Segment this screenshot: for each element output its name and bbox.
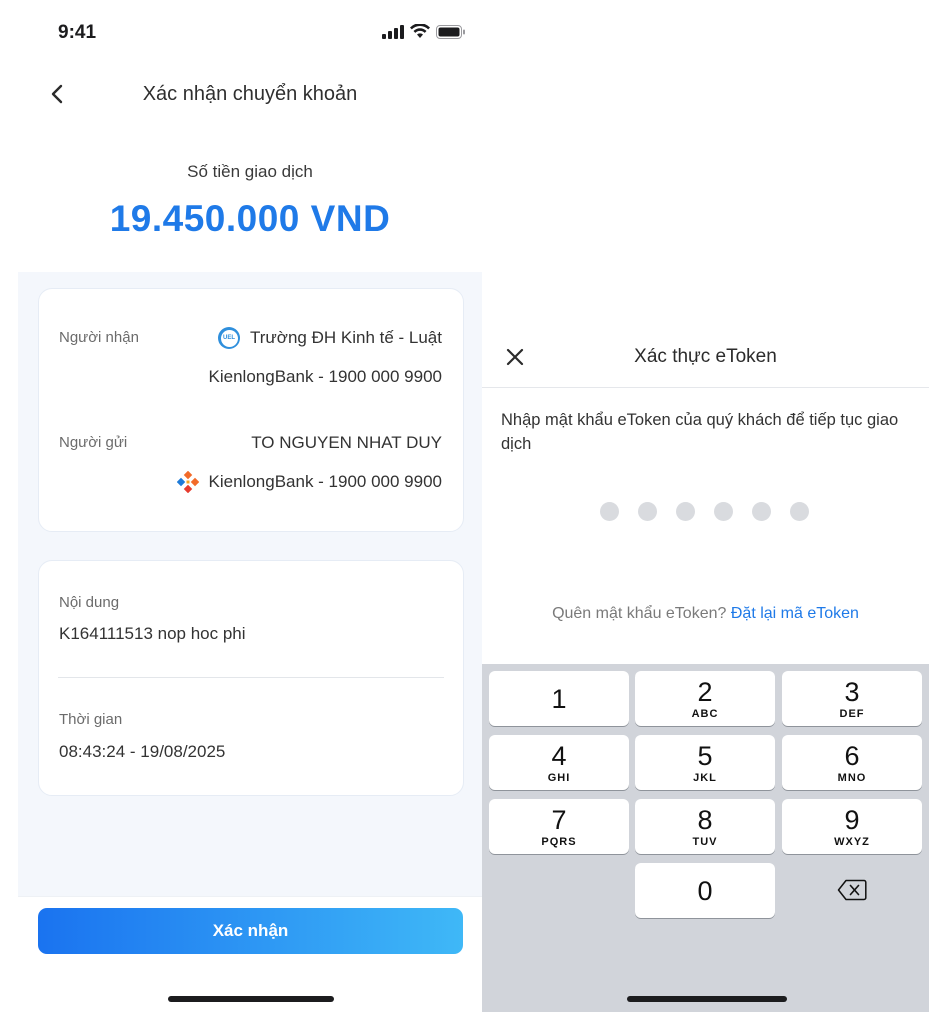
key-4[interactable]: 4 GHI [489, 735, 629, 790]
key-8[interactable]: 8 TUV [635, 799, 775, 854]
confirm-button[interactable]: Xác nhận [38, 908, 463, 954]
key-number: 4 [551, 740, 567, 771]
sender-name: TO NGUYEN NHAT DUY [251, 433, 442, 452]
kienlong-logo-icon [176, 471, 199, 493]
status-time: 9:41 [58, 22, 97, 43]
key-letters: TUV [692, 835, 718, 848]
key-number: 6 [844, 740, 860, 771]
content-value: K164111513 nop hoc phi [59, 624, 246, 643]
transaction-info-card: Nội dung K164111513 nop hoc phi Thời gia… [38, 560, 464, 796]
recipient-name-row: UEL Trường ĐH Kinh tế - Luật [218, 327, 442, 349]
pin-dot [752, 502, 771, 521]
pin-dot [676, 502, 695, 521]
sender-bank: KienlongBank - 1900 000 9900 [208, 472, 442, 491]
uel-logo-icon: UEL [218, 327, 241, 349]
key-9[interactable]: 9 WXYZ [782, 799, 922, 854]
key-letters: ABC [691, 707, 719, 720]
key-2[interactable]: 2 ABC [635, 671, 775, 726]
key-number: 2 [697, 676, 713, 707]
signal-icon [382, 24, 404, 39]
key-0[interactable]: 0 [635, 863, 775, 918]
transfer-confirm-screen: 9:41 Xác nhận chuyển khoản Số tiền giao … [18, 0, 482, 1013]
pin-dot [600, 502, 619, 521]
forgot-password-row: Quên mật khẩu eToken? Đặt lại mã eToken [482, 605, 929, 623]
etoken-auth-screen: Xác thực eToken Nhập mật khẩu eToken của… [482, 0, 929, 1012]
key-1[interactable]: 1 [489, 671, 629, 726]
uel-logo-text: UEL [223, 335, 236, 341]
home-indicator [168, 996, 334, 1002]
page-title: Xác nhận chuyển khoản [142, 83, 358, 105]
sender-label: Người gửi [59, 434, 128, 451]
sender-bank-row: KienlongBank - 1900 000 9900 [176, 471, 442, 493]
key-letters: GHI [547, 771, 571, 784]
key-letters: DEF [839, 707, 865, 720]
pin-input[interactable] [600, 502, 809, 521]
key-number: 9 [844, 804, 860, 835]
pin-dot [790, 502, 809, 521]
key-7[interactable]: 7 PQRS [489, 799, 629, 854]
key-letters: JKL [693, 771, 717, 784]
key-5[interactable]: 5 JKL [635, 735, 775, 790]
backspace-key[interactable] [782, 862, 922, 917]
modal-title: Xác thực eToken [634, 346, 777, 367]
key-3[interactable]: 3 DEF [782, 671, 922, 726]
forgot-text: Quên mật khẩu eToken? [552, 605, 727, 622]
key-number: 8 [697, 804, 713, 835]
key-number: 7 [551, 804, 567, 835]
key-letters: WXYZ [834, 835, 870, 848]
card-divider [58, 677, 444, 678]
amount-value: 19.450.000 VND [109, 198, 391, 239]
modal-divider [482, 387, 929, 388]
key-letters: PQRS [541, 835, 577, 848]
recipient-label: Người nhận [59, 329, 139, 346]
key-number: 1 [551, 683, 567, 714]
status-icons [382, 24, 466, 39]
recipient-name: Trường ĐH Kinh tế - Luật [250, 328, 442, 347]
pin-dot [638, 502, 657, 521]
home-indicator [627, 996, 787, 1002]
etoken-instruction: Nhập mật khẩu eToken của quý khách để ti… [501, 411, 899, 453]
backspace-icon [837, 879, 867, 900]
numeric-keypad: 1 2 ABC 3 DEF 4 GHI 5 JKL 6 MNO 7 PQRS 8 TUV 9 WXYZ 0 [482, 664, 929, 1012]
key-number: 5 [697, 740, 713, 771]
reset-etoken-link[interactable]: Đặt lại mã eToken [731, 605, 859, 622]
key-letters: MNO [837, 771, 867, 784]
time-value: 08:43:24 - 19/08/2025 [59, 742, 226, 761]
battery-icon [436, 24, 465, 39]
time-label: Thời gian [59, 711, 123, 728]
pin-dot [714, 502, 733, 521]
key-number: 3 [844, 676, 860, 707]
amount-label: Số tiền giao dịch [187, 162, 313, 181]
recipient-bank: KienlongBank - 1900 000 9900 [208, 367, 442, 386]
parties-card: Người nhận UEL Trường ĐH Kinh tế - Luật … [38, 288, 464, 532]
content-label: Nội dung [59, 594, 120, 611]
key-6[interactable]: 6 MNO [782, 735, 922, 790]
key-number: 0 [697, 875, 713, 906]
wifi-icon [410, 24, 430, 38]
